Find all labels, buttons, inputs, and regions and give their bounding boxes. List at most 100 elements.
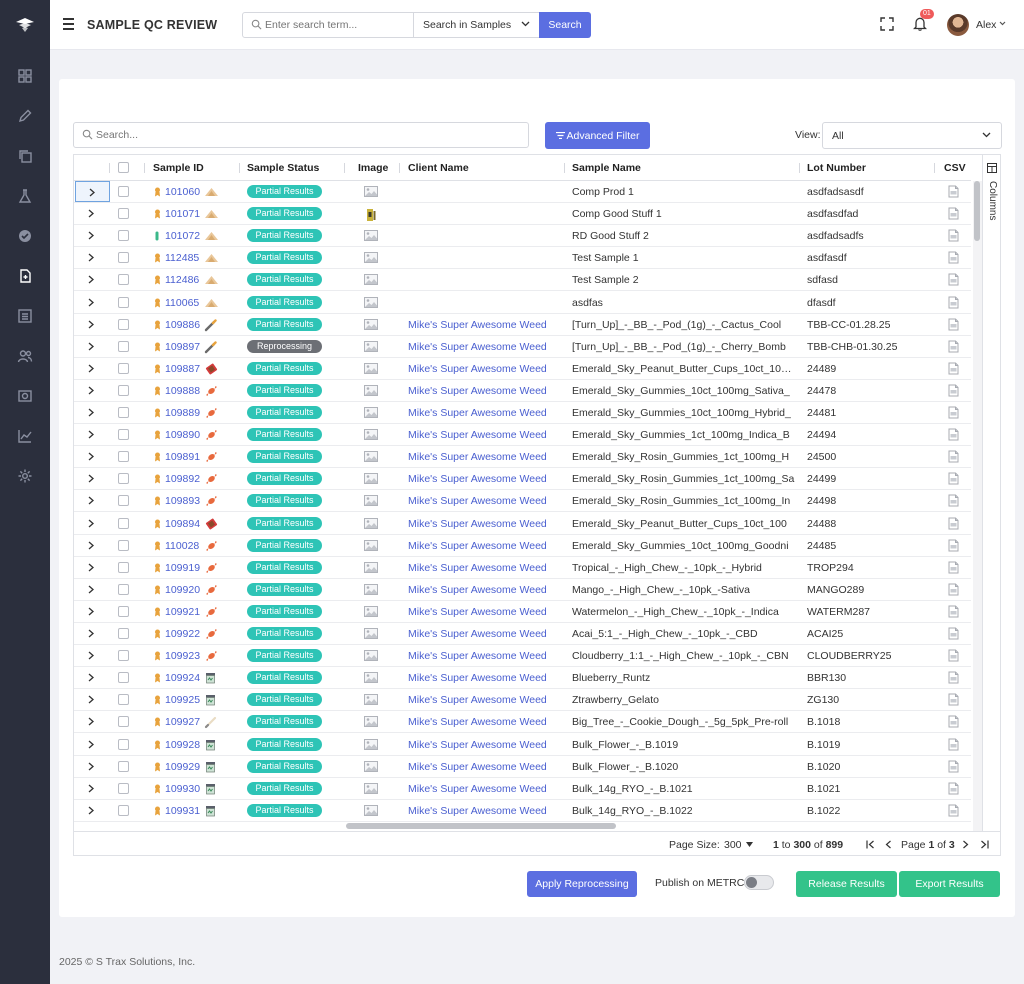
copy-icon[interactable]: [17, 148, 33, 164]
table-row[interactable]: 109890 Partial Results Mike's Super Awesom…: [74, 424, 971, 447]
table-row[interactable]: 109887 Partial Results Mike's Super Awesom…: [74, 358, 971, 380]
client-name-link[interactable]: Mike's Super Awesome Weed: [408, 451, 547, 463]
csv-file-icon[interactable]: [947, 494, 960, 510]
sample-id-link[interactable]: 109894: [165, 518, 200, 530]
csv-file-icon[interactable]: [947, 296, 960, 312]
csv-file-icon[interactable]: [947, 627, 960, 643]
client-name-link[interactable]: Mike's Super Awesome Weed: [408, 473, 547, 485]
column-header-image[interactable]: Image: [358, 162, 388, 174]
chevron-down-icon[interactable]: [999, 21, 1006, 26]
image-placeholder-icon[interactable]: [364, 473, 378, 487]
column-header-sample-name[interactable]: Sample Name: [572, 162, 641, 174]
client-name-link[interactable]: Mike's Super Awesome Weed: [408, 319, 547, 331]
row-select-checkbox[interactable]: [118, 473, 129, 485]
csv-file-icon[interactable]: [947, 251, 960, 267]
csv-file-icon[interactable]: [947, 207, 960, 223]
menu-toggle-icon[interactable]: [63, 18, 74, 30]
image-placeholder-icon[interactable]: [364, 804, 378, 819]
row-expand-toggle[interactable]: [75, 247, 110, 268]
last-page-icon[interactable]: [980, 840, 989, 849]
row-select-checkbox[interactable]: [118, 208, 129, 220]
sample-id-link[interactable]: 109897: [165, 341, 200, 353]
sample-id-link[interactable]: 109887: [165, 363, 200, 375]
csv-file-icon[interactable]: [947, 738, 960, 754]
row-select-checkbox[interactable]: [118, 274, 129, 286]
client-name-link[interactable]: Mike's Super Awesome Weed: [408, 650, 547, 662]
client-name-link[interactable]: Mike's Super Awesome Weed: [408, 672, 547, 684]
chart-icon[interactable]: [17, 428, 33, 444]
product-image[interactable]: [364, 208, 378, 225]
row-select-checkbox[interactable]: [118, 605, 129, 617]
row-expand-toggle[interactable]: [75, 292, 110, 313]
table-row[interactable]: 110028 Partial Results Mike's Super Awesom…: [74, 535, 971, 557]
fullscreen-icon[interactable]: [880, 17, 894, 31]
sample-id-link[interactable]: 109923: [165, 650, 200, 662]
sample-id-link[interactable]: 109921: [165, 606, 200, 618]
row-select-checkbox[interactable]: [118, 495, 129, 507]
csv-file-icon[interactable]: [947, 561, 960, 577]
row-select-checkbox[interactable]: [118, 583, 129, 595]
table-row[interactable]: 109927 Partial Results Mike's Super Awesom…: [74, 711, 971, 734]
table-row[interactable]: 109892 Partial Results Mike's Super Awesom…: [74, 468, 971, 491]
row-expand-toggle[interactable]: [75, 689, 110, 710]
row-select-checkbox[interactable]: [118, 782, 129, 794]
csv-file-icon[interactable]: [947, 539, 960, 555]
row-expand-toggle[interactable]: [75, 468, 110, 489]
table-row[interactable]: 109919 Partial Results Mike's Super Awesom…: [74, 557, 971, 579]
image-placeholder-icon[interactable]: [364, 429, 378, 443]
client-name-link[interactable]: Mike's Super Awesome Weed: [408, 694, 547, 706]
row-select-checkbox[interactable]: [118, 451, 129, 463]
csv-file-icon[interactable]: [947, 273, 960, 289]
sample-id-link[interactable]: 109927: [165, 716, 200, 728]
sample-id-link[interactable]: 109922: [165, 628, 200, 640]
client-name-link[interactable]: Mike's Super Awesome Weed: [408, 429, 547, 441]
row-expand-toggle[interactable]: [75, 557, 110, 578]
client-name-link[interactable]: Mike's Super Awesome Weed: [408, 628, 547, 640]
csv-file-icon[interactable]: [947, 804, 960, 820]
image-placeholder-icon[interactable]: [364, 628, 378, 642]
row-select-checkbox[interactable]: [118, 517, 129, 529]
client-name-link[interactable]: Mike's Super Awesome Weed: [408, 716, 547, 728]
image-placeholder-icon[interactable]: [364, 583, 378, 598]
table-row[interactable]: 109930 Partial Results Mike's Super Awesom…: [74, 778, 971, 800]
row-expand-toggle[interactable]: [75, 645, 110, 666]
grid-search-input[interactable]: [96, 126, 516, 144]
export-results-button[interactable]: Export Results: [899, 871, 1000, 897]
sample-id-link[interactable]: 101072: [165, 230, 200, 242]
row-expand-toggle[interactable]: [75, 513, 110, 534]
row-select-checkbox[interactable]: [118, 296, 129, 308]
csv-file-icon[interactable]: [947, 649, 960, 665]
sample-id-link[interactable]: 110028: [165, 540, 199, 552]
table-row[interactable]: 112485 Partial Results Test Sample 1 asdfas…: [74, 247, 971, 270]
csv-file-icon[interactable]: [947, 229, 960, 245]
image-placeholder-icon[interactable]: [364, 782, 378, 797]
row-select-checkbox[interactable]: [118, 716, 129, 728]
row-expand-toggle[interactable]: [75, 756, 110, 777]
table-row[interactable]: 109920 Partial Results Mike's Super Awesom…: [74, 579, 971, 601]
row-expand-toggle[interactable]: [75, 667, 110, 688]
client-name-link[interactable]: Mike's Super Awesome Weed: [408, 341, 547, 353]
row-select-checkbox[interactable]: [118, 672, 129, 684]
image-placeholder-icon[interactable]: [364, 738, 378, 753]
table-row[interactable]: 109921 Partial Results Mike's Super Awesom…: [74, 601, 971, 623]
apply-reprocessing-button[interactable]: Apply Reprocessing: [527, 871, 637, 897]
csv-file-icon[interactable]: [947, 472, 960, 488]
column-header-lot-number[interactable]: Lot Number: [807, 162, 866, 174]
row-expand-toggle[interactable]: [75, 446, 110, 467]
row-expand-toggle[interactable]: [75, 490, 110, 511]
row-select-checkbox[interactable]: [118, 318, 129, 330]
row-expand-toggle[interactable]: [75, 800, 110, 821]
row-expand-toggle[interactable]: [75, 314, 110, 335]
image-placeholder-icon[interactable]: [364, 407, 378, 421]
image-placeholder-icon[interactable]: [364, 362, 378, 377]
select-all-checkbox[interactable]: [118, 162, 129, 173]
flask-icon[interactable]: [17, 188, 33, 204]
list-icon[interactable]: [17, 308, 33, 324]
column-header-sample-status[interactable]: Sample Status: [247, 162, 319, 174]
row-expand-toggle[interactable]: [75, 424, 110, 445]
row-expand-toggle[interactable]: [75, 778, 110, 799]
image-placeholder-icon[interactable]: [364, 517, 378, 532]
row-select-checkbox[interactable]: [118, 738, 129, 750]
client-name-link[interactable]: Mike's Super Awesome Weed: [408, 407, 547, 419]
table-row[interactable]: 101072 Partial Results RD Good Stuff 2 asdf…: [74, 225, 971, 248]
